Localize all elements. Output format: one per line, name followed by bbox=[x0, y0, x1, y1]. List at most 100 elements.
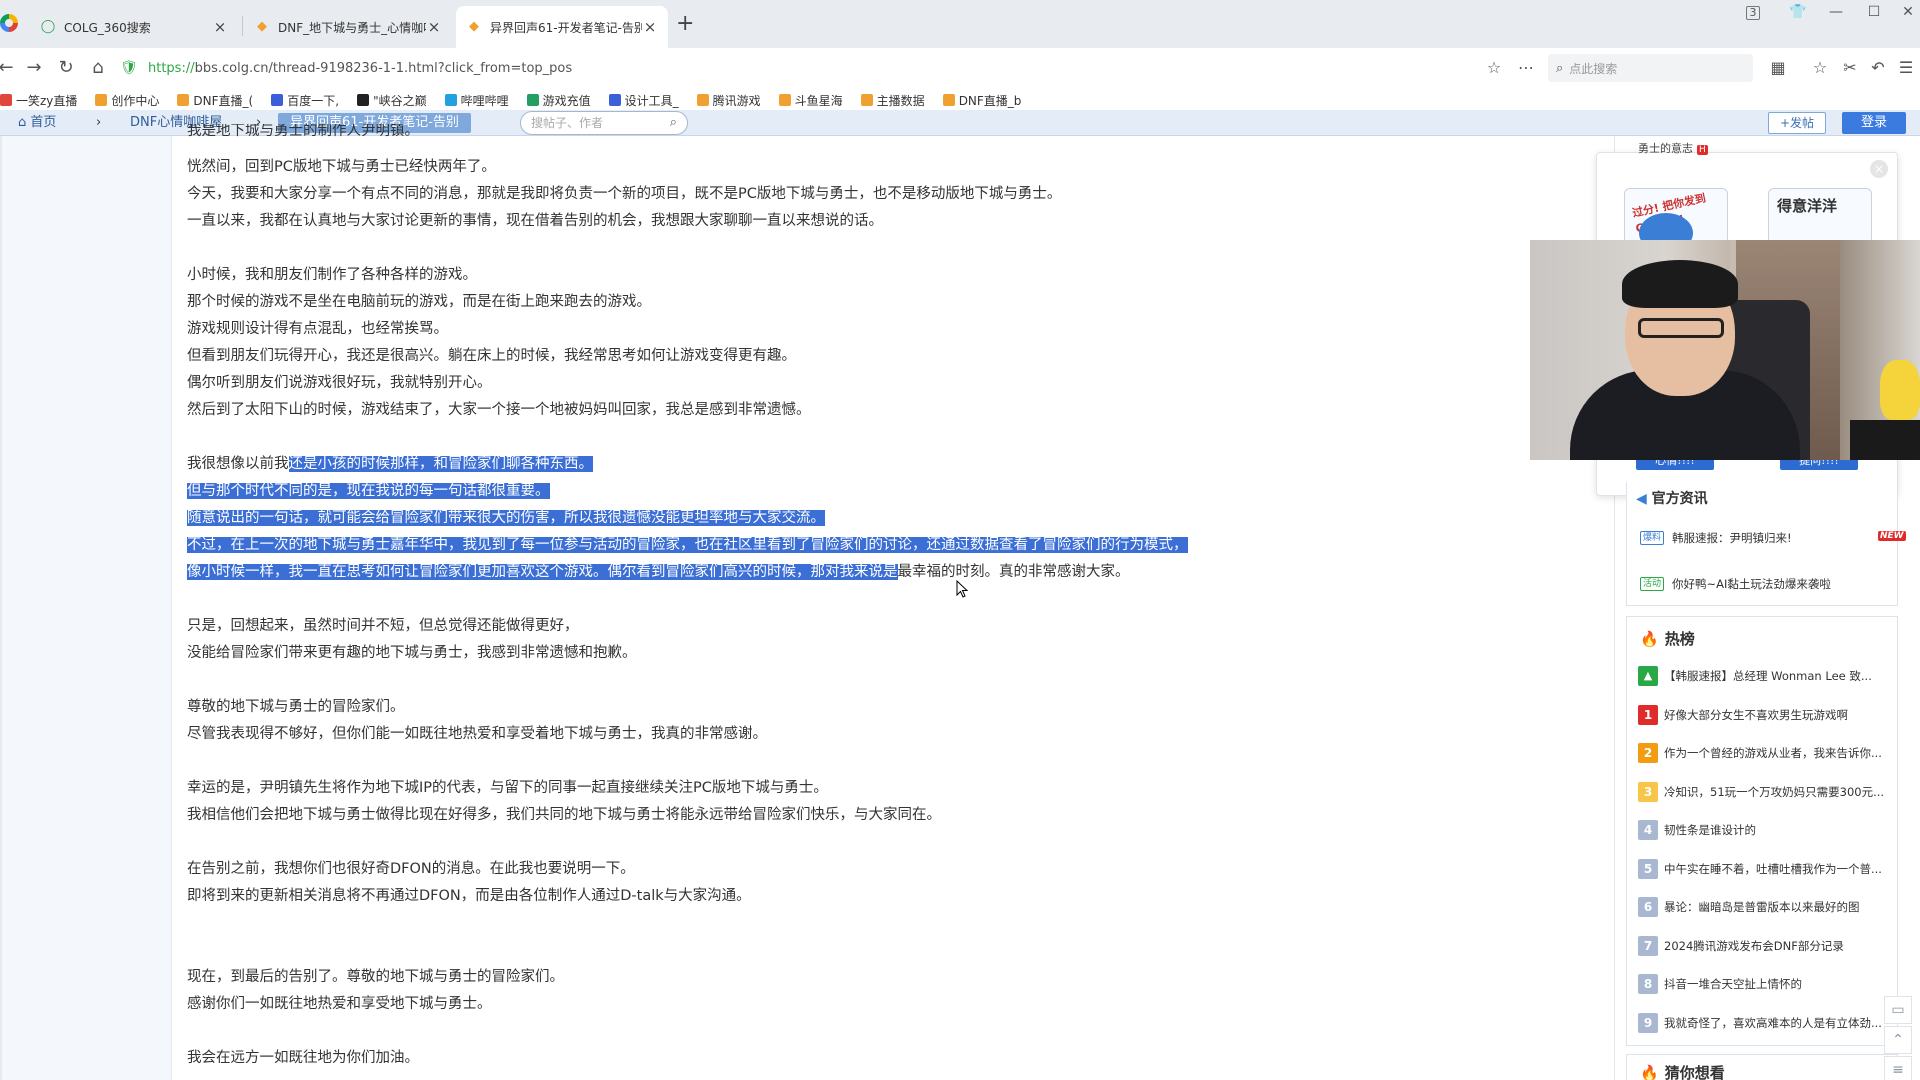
minimize-button[interactable]: — bbox=[1824, 4, 1848, 20]
bookmark-item[interactable]: 游戏充值 bbox=[526, 92, 591, 109]
bookmark-item[interactable]: "峡谷之巅 bbox=[357, 92, 427, 109]
fire-icon: 🔥 bbox=[1640, 630, 1659, 648]
grid-apps-icon[interactable]: ▦ bbox=[1766, 56, 1790, 80]
article-line: 一直以来，我都在认真地与大家讨论更新的事情，现在借着告别的机会，我想跟大家聊聊一… bbox=[187, 213, 883, 229]
menu-icon[interactable]: ☰ bbox=[1894, 56, 1918, 80]
browser-logo-icon[interactable] bbox=[0, 14, 18, 32]
bookmarks-bar: 一笑zy直播 创作中心 DNF直播_( 百度一下, "峡谷之巅 哔哩哔哩 游戏充值 设计工具_… bbox=[0, 88, 1920, 112]
scissors-icon[interactable]: ✂ bbox=[1838, 56, 1862, 80]
feedback-icon[interactable]: ▭ bbox=[1884, 996, 1912, 1024]
tab-colg-search[interactable]: ◯ COLG_360搜索 × bbox=[30, 6, 238, 48]
login-button[interactable]: 登录 bbox=[1842, 112, 1906, 134]
home-icon[interactable]: ⌂ bbox=[86, 56, 110, 80]
new-tab-button[interactable]: + bbox=[676, 12, 694, 36]
bookmark-item[interactable]: 设计工具_ bbox=[608, 92, 679, 109]
bookmark-item[interactable]: 百度一下, bbox=[271, 92, 339, 109]
bookmark-favicon-icon bbox=[526, 94, 539, 106]
hot-list-item[interactable]: 3 冷知识，51玩一个万攻奶妈只需要300元... bbox=[1638, 781, 1888, 802]
article-line: 感谢你们一如既往地热爱和享受地下城与勇士。 bbox=[187, 996, 492, 1012]
hot-list-item[interactable]: 8 抖音一堆合天空扯上情怀的 bbox=[1638, 974, 1888, 994]
browser-search-input[interactable]: ⌕ 点此搜索 bbox=[1548, 54, 1753, 82]
bookmark-favicon-icon bbox=[357, 94, 370, 106]
shirt-icon[interactable]: 👕 bbox=[1786, 4, 1810, 20]
article-line: 尽管我表现得不够好，但你们能一如既往地热爱和享受着地下城与勇士，我真的非常感谢。 bbox=[187, 726, 767, 742]
bookmark-favicon-icon bbox=[778, 94, 791, 106]
bookmark-favicon-icon bbox=[942, 94, 955, 106]
post-search-input[interactable]: 搜帖子、作者 ⌕ bbox=[520, 111, 688, 135]
left-margin bbox=[0, 136, 172, 1080]
article-line: 不过，在上一次的地下城与勇士嘉年华中，我见到了每一位参与活动的冒险家，也在社区里… bbox=[187, 534, 1188, 556]
news-item[interactable]: 爆料 韩服速报：尹明镇归来! bbox=[1640, 530, 1792, 546]
selected-text: 但与那个时代不同的是，现在我说的每一句话都很重要。 bbox=[187, 483, 550, 499]
selected-text: 还是小孩的时候那样，和冒险家们聊各种东西。 bbox=[288, 456, 593, 472]
sticker-card[interactable]: 得意洋洋 bbox=[1768, 188, 1872, 244]
article-line: 但与那个时代不同的是，现在我说的每一句话都很重要。 bbox=[187, 480, 550, 502]
hot-list-item[interactable]: 5 中午实在睡不着，吐槽吐槽我作为一个普... bbox=[1638, 858, 1888, 879]
popup-header: 勇士的意志 H bbox=[1638, 142, 1708, 155]
breadcrumb-home[interactable]: ⌂ 首页 bbox=[18, 113, 56, 133]
bookmark-item[interactable]: DNF直播_b bbox=[942, 92, 1021, 109]
article-line: 然后到了太阳下山的时候，游戏结束了，大家一个接一个地被妈妈叫回家，我总是感到非常… bbox=[187, 402, 811, 418]
bookmark-item[interactable]: 创作中心 bbox=[95, 92, 159, 109]
article-line: 幸运的是，尹明镇先生将作为地下城IP的代表，与留下的同事一起直接继续关注PC版地… bbox=[187, 780, 828, 796]
article-text: 我很想像以前我 bbox=[187, 456, 289, 472]
rank-badge: 8 bbox=[1638, 974, 1658, 994]
bookmark-item[interactable]: 斗鱼星海 bbox=[778, 92, 843, 109]
tab-title: 异界回声61-开发者笔记-告别 bbox=[490, 20, 642, 35]
mouse-cursor-icon bbox=[956, 580, 968, 598]
hot-list-item[interactable]: ▲ 【韩服速报】总经理 Wonman Lee 致... bbox=[1638, 666, 1888, 686]
article-line: 只是，回想起来，虽然时间并不短，但总觉得还能做得更好， bbox=[187, 618, 579, 634]
maximize-button[interactable]: ☐ bbox=[1862, 4, 1886, 20]
hot-list-item[interactable]: 6 暴论：幽暗岛是普雷版本以来最好的图 bbox=[1638, 897, 1888, 917]
url-field[interactable]: 🛡 https://bbs.colg.cn/thread-9198236-1-1… bbox=[120, 54, 1532, 82]
bookmark-item[interactable]: 主播数据 bbox=[860, 92, 925, 109]
article-line: 我会在远方一如既往地为你们加油。 bbox=[187, 1050, 419, 1066]
more-dots-icon[interactable]: ⋯ bbox=[1514, 56, 1538, 80]
article-line: 在告别之前，我想你们也很好奇DFON的消息。在此我也要说明一下。 bbox=[187, 861, 635, 877]
list-icon[interactable]: ≡ bbox=[1884, 1056, 1912, 1080]
favorites-list-icon[interactable]: ☆ bbox=[1808, 56, 1832, 80]
close-icon[interactable]: × bbox=[642, 18, 658, 36]
hot-list-item[interactable]: 2 作为一个曾经的游戏从业者，我来告诉你... bbox=[1638, 743, 1888, 763]
back-arrow-icon[interactable]: ← bbox=[0, 56, 18, 80]
bookmark-item[interactable]: 腾讯游戏 bbox=[696, 92, 761, 109]
tab-title: COLG_360搜索 bbox=[64, 20, 151, 35]
hot-list-item[interactable]: 9 我就奇怪了，喜欢高难本的人是有立体劲... bbox=[1638, 1012, 1888, 1033]
reload-icon[interactable]: ↻ bbox=[54, 56, 78, 80]
tab-separator bbox=[242, 16, 243, 36]
bookmark-item[interactable]: 一笑zy直播 bbox=[0, 92, 77, 109]
close-icon[interactable]: × bbox=[426, 18, 442, 36]
bookmark-favicon-icon bbox=[95, 94, 108, 106]
article-line: 我相信他们会把地下城与勇士做得比现在好得多，我们共同的地下城与勇士将能永远带给冒… bbox=[187, 807, 941, 823]
scroll-top-icon[interactable]: ⌃ bbox=[1884, 1026, 1912, 1054]
sticker-card[interactable]: 过分! 把你发到COLG去! bbox=[1624, 188, 1728, 244]
undo-icon[interactable]: ↶ bbox=[1866, 56, 1890, 80]
close-window-button[interactable]: ✕ bbox=[1896, 4, 1920, 20]
article-line: 恍然间，回到PC版地下城与勇士已经快两年了。 bbox=[187, 159, 496, 175]
hot-list-item[interactable]: 4 韧性条是谁设计的 bbox=[1638, 820, 1888, 840]
star-icon[interactable]: ☆ bbox=[1482, 56, 1506, 80]
tab-current-thread[interactable]: ◆ 异界回声61-开发者笔记-告别 × bbox=[456, 6, 668, 48]
close-icon[interactable]: × bbox=[212, 18, 228, 36]
hot-list-item[interactable]: 1 好像大部分女生不喜欢男生玩游戏啊 bbox=[1638, 704, 1888, 725]
selected-text: 不过，在上一次的地下城与勇士嘉年华中，我见到了每一位参与活动的冒险家，也在社区里… bbox=[187, 537, 1188, 553]
search-icon[interactable]: ⌕ bbox=[670, 112, 677, 134]
article-line: 随意说出的一句话，就可能会给冒险家们带来很大的伤害，所以我很遗憾没能更坦率地与大… bbox=[187, 507, 825, 529]
bookmark-item[interactable]: DNF直播_( bbox=[177, 92, 253, 109]
tab-counter-icon[interactable]: 3 bbox=[1746, 6, 1760, 20]
rank-badge: 6 bbox=[1638, 897, 1658, 917]
fire-icon: 🔥 bbox=[1640, 1064, 1659, 1080]
new-post-button[interactable]: +发帖 bbox=[1768, 112, 1826, 134]
secure-shield-icon: 🛡 bbox=[120, 60, 138, 76]
new-badge: NEW bbox=[1878, 531, 1906, 541]
forward-arrow-icon[interactable]: → bbox=[22, 56, 46, 80]
bookmark-favicon-icon bbox=[271, 94, 284, 106]
article-line: 偶尔听到朋友们说游戏很好玩，我就特别开心。 bbox=[187, 375, 492, 391]
article-line: 我很想像以前我还是小孩的时候那样，和冒险家们聊各种东西。 bbox=[187, 453, 593, 475]
news-item[interactable]: 活动 你好鸭~AI黏土玩法劲爆来袭啦 bbox=[1640, 576, 1831, 592]
close-icon[interactable]: × bbox=[1870, 160, 1888, 178]
hot-list-item[interactable]: 7 2024腾讯游戏发布会DNF部分记录 bbox=[1638, 935, 1888, 956]
bookmark-item[interactable]: 哔哩哔哩 bbox=[444, 92, 509, 109]
rank-badge: 1 bbox=[1638, 704, 1658, 725]
tab-dnf-forum[interactable]: ◆ DNF_地下城与勇士_心情咖啡屋 × bbox=[244, 6, 452, 48]
